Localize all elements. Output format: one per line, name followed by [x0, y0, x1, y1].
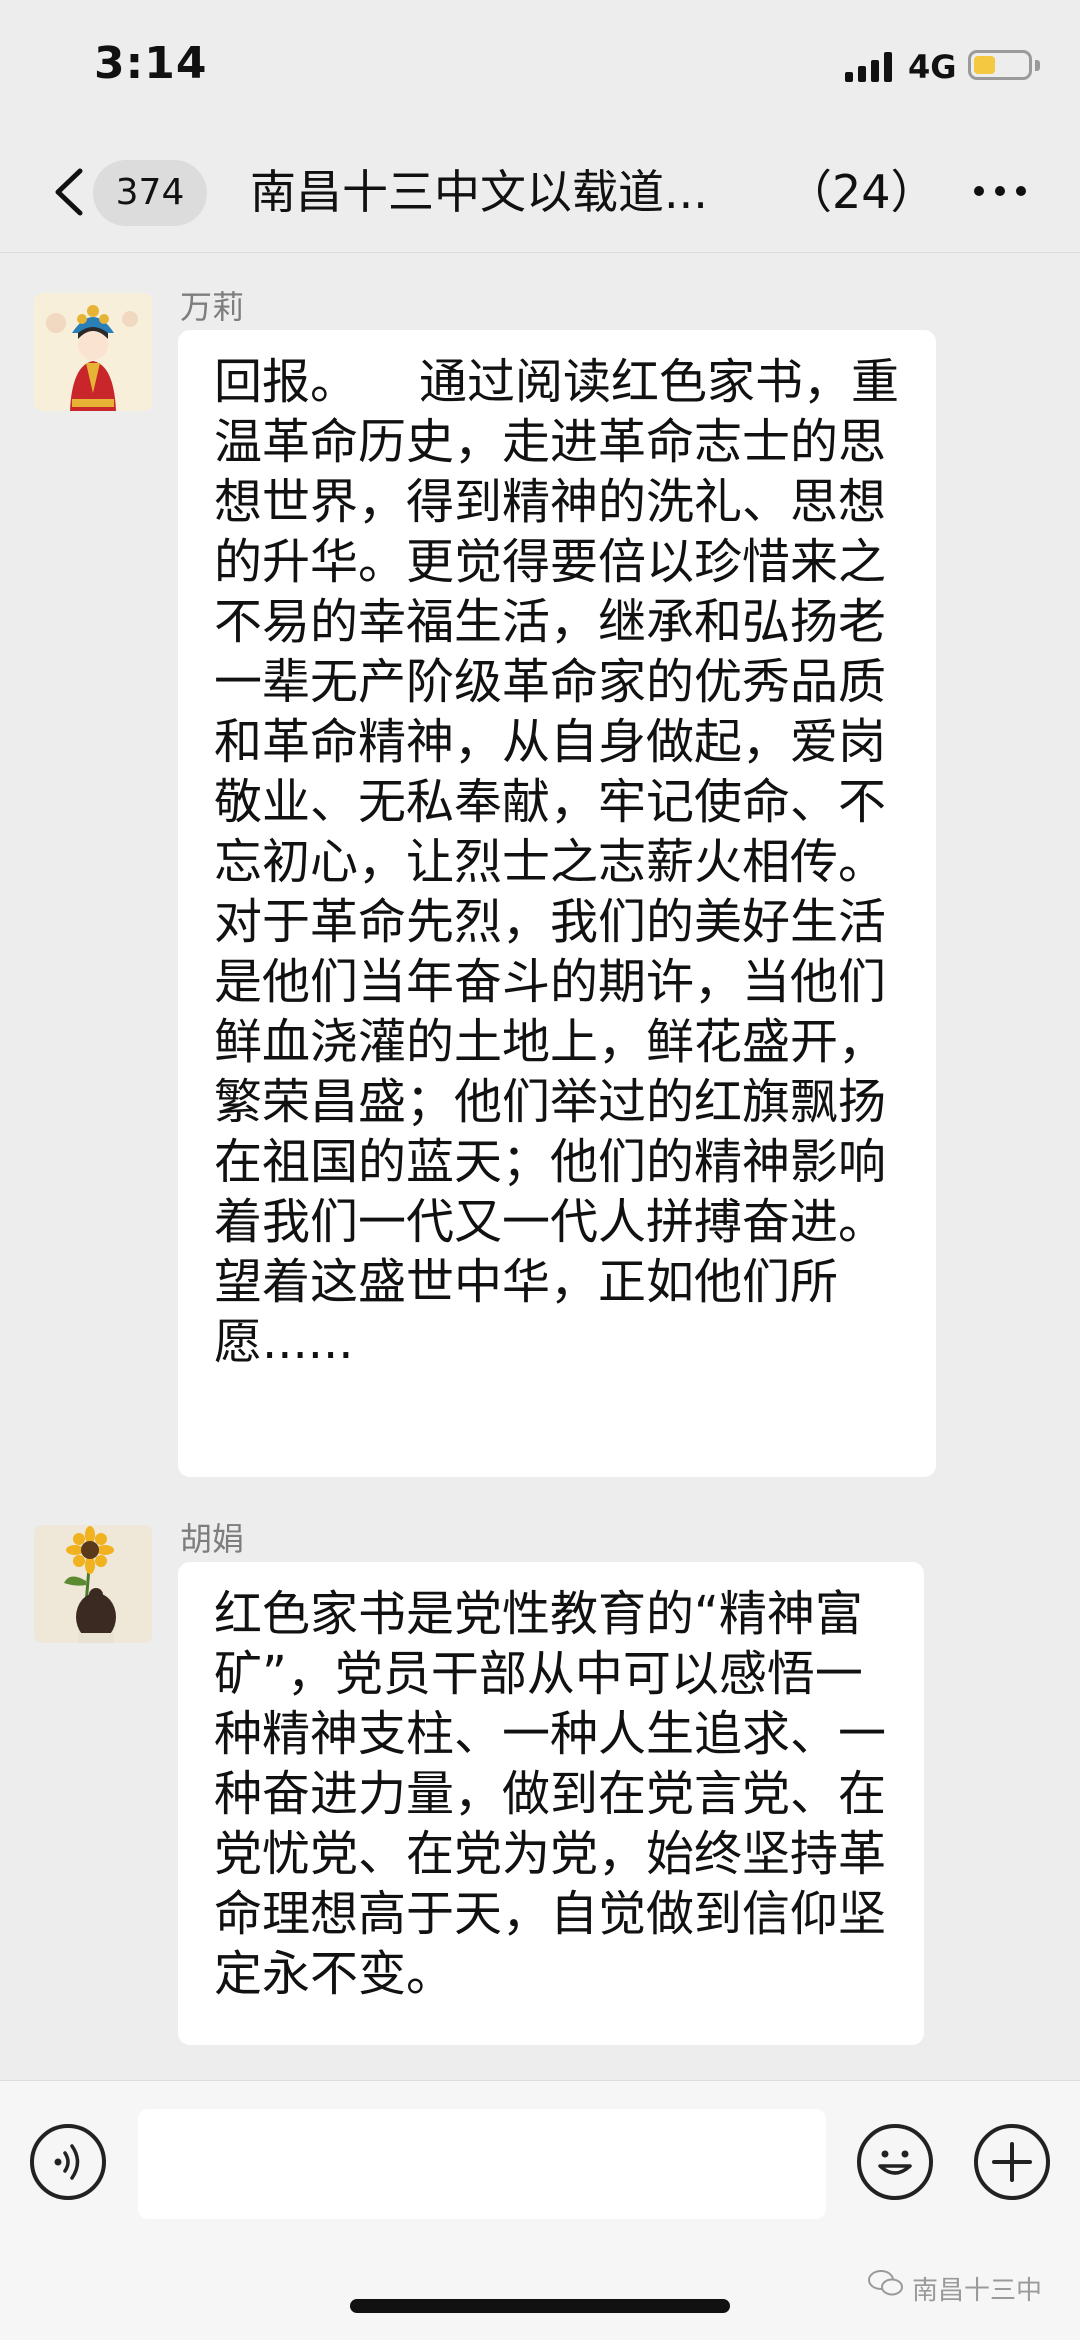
- battery-tip: [1035, 60, 1040, 71]
- battery-level: [974, 56, 995, 74]
- message-text: 回报。 通过阅读红色家书，重温革命历史，走进革命志士的思想世界，得到精神的洗礼、…: [214, 354, 900, 1370]
- chat-title: 南昌十三中文以载道...: [250, 165, 708, 219]
- message-bubble[interactable]: 红色家书是党性教育的“精神富矿”，党员干部从中可以感悟一种精神支柱、一种人生追求…: [178, 1562, 924, 2045]
- smiley-face-icon: [878, 2150, 912, 2175]
- chevron-left-icon[interactable]: [46, 165, 96, 219]
- watermark-text: 南昌十三中: [912, 2270, 1042, 2307]
- plus-cross-icon: [992, 2142, 1032, 2182]
- home-indicator[interactable]: [350, 2299, 730, 2313]
- message-input[interactable]: [138, 2109, 826, 2219]
- ellipsis-icon[interactable]: [970, 178, 1030, 202]
- watermark-label: 南昌十三中: [912, 2276, 1043, 2306]
- avatar[interactable]: [34, 1525, 152, 1643]
- avatar[interactable]: [34, 293, 152, 411]
- voice-wave-icon: [54, 2144, 80, 2180]
- member-count: （24）: [786, 165, 937, 219]
- avatar-costume-lady-icon: [34, 293, 152, 411]
- avatar-sunflower-girl-icon: [34, 1525, 152, 1643]
- battery-icon: [968, 50, 1032, 80]
- status-time: 3:14: [94, 38, 208, 89]
- unread-count-badge[interactable]: 374: [93, 160, 207, 226]
- sender-name: 万莉: [180, 288, 245, 326]
- plus-icon[interactable]: [974, 2124, 1050, 2200]
- smiley-icon[interactable]: [857, 2124, 933, 2200]
- chat-header: 374 南昌十三中文以载道... （24）: [0, 130, 1080, 253]
- message-text: 红色家书是党性教育的“精神富矿”，党员干部从中可以感悟一种精神支柱、一种人生追求…: [214, 1586, 887, 2002]
- voice-icon[interactable]: [30, 2124, 106, 2200]
- status-bar: 3:14 4G: [0, 0, 1080, 130]
- sender-name: 胡娟: [180, 1520, 245, 1558]
- signal-strength-icon: [845, 52, 897, 82]
- network-type: 4G: [908, 48, 957, 86]
- message-bubble[interactable]: 回报。 通过阅读红色家书，重温革命历史，走进革命志士的思想世界，得到精神的洗礼、…: [178, 330, 936, 1477]
- wechat-icon: [868, 2270, 903, 2296]
